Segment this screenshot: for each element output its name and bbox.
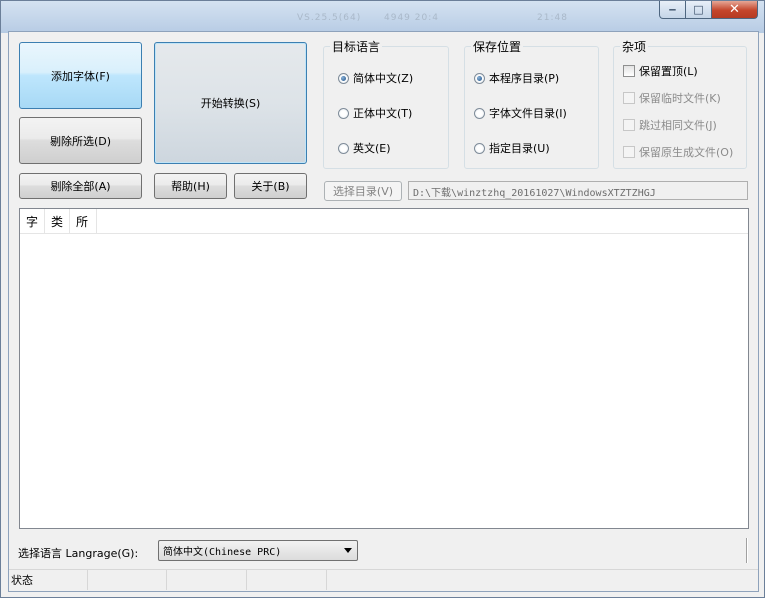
checkbox-icon xyxy=(623,119,635,131)
status-pane-4 xyxy=(247,570,327,590)
caption-buttons: ‒ □ ✕ xyxy=(659,1,758,20)
minimize-icon: ‒ xyxy=(668,3,677,16)
radio-label: 正体中文(T) xyxy=(353,107,413,120)
status-text: 状态 xyxy=(9,570,88,590)
radio-custom-dir[interactable]: 指定目录(U) xyxy=(474,140,550,156)
radio-label: 简体中文(Z) xyxy=(353,72,414,85)
radio-empty-icon xyxy=(338,107,349,119)
choose-directory-button[interactable]: 选择目录(V) xyxy=(324,181,402,201)
checkbox-icon xyxy=(623,65,635,77)
status-bar: 状态 xyxy=(9,569,758,591)
column-header-char[interactable]: 字 xyxy=(20,209,45,233)
radio-label: 本程序目录(P) xyxy=(489,72,560,85)
app-window: VS.25.5(64) 4949 20:4 21:48 ‒ □ ✕ 添加字体(F… xyxy=(0,0,765,598)
checkbox-label: 保留原生成文件(O) xyxy=(639,146,734,159)
maximize-icon: □ xyxy=(693,3,704,16)
help-button[interactable]: 帮助(H) xyxy=(154,173,227,199)
radio-selected-icon xyxy=(474,72,485,84)
add-font-button[interactable]: 添加字体(F) xyxy=(19,42,142,109)
status-pane-2 xyxy=(88,570,167,590)
radio-traditional-chinese[interactable]: 正体中文(T) xyxy=(338,105,412,121)
radio-label: 字体文件目录(I) xyxy=(489,107,567,120)
column-header-type[interactable]: 类 xyxy=(45,209,70,233)
misc-title: 杂项 xyxy=(620,38,649,55)
radio-program-dir[interactable]: 本程序目录(P) xyxy=(474,70,559,86)
radio-simplified-chinese[interactable]: 简体中文(Z) xyxy=(338,70,413,86)
chevron-down-icon xyxy=(344,548,352,553)
remove-selected-button[interactable]: 剔除所选(D) xyxy=(19,117,142,164)
close-icon: ✕ xyxy=(729,2,740,17)
checkbox-label: 保留置顶(L) xyxy=(639,65,698,78)
radio-empty-icon xyxy=(474,107,485,119)
close-button[interactable]: ✕ xyxy=(712,1,758,19)
radio-label: 指定目录(U) xyxy=(489,142,550,155)
font-list[interactable]: 字 类 所 xyxy=(19,208,749,529)
output-path-field[interactable]: D:\下载\winztzhq_20161027\WindowsXTZTZHGJ xyxy=(408,181,748,200)
title-ghost-text-3: 21:48 xyxy=(537,13,568,23)
title-ghost-text-2: 4949 20:4 xyxy=(384,13,439,23)
radio-label: 英文(E) xyxy=(353,142,391,155)
column-header-location[interactable]: 所 xyxy=(70,209,97,233)
title-ghost-text-1: VS.25.5(64) xyxy=(297,13,362,23)
checkbox-keep-temp[interactable]: 保留临时文件(K) xyxy=(623,90,721,106)
status-pane-5 xyxy=(327,570,758,590)
radio-empty-icon xyxy=(338,142,349,154)
language-select[interactable]: 简体中文(Chinese PRC) xyxy=(158,540,358,561)
checkbox-skip-same[interactable]: 跳过相同文件(J) xyxy=(623,117,717,133)
title-bar[interactable]: VS.25.5(64) 4949 20:4 21:48 ‒ □ ✕ xyxy=(1,1,764,31)
target-language-title: 目标语言 xyxy=(330,38,383,55)
list-header: 字 类 所 xyxy=(20,209,748,234)
radio-empty-icon xyxy=(474,142,485,154)
status-pane-3 xyxy=(167,570,247,590)
language-label: 选择语言 Langrage(G): xyxy=(18,547,139,560)
radio-font-dir[interactable]: 字体文件目录(I) xyxy=(474,105,567,121)
divider xyxy=(746,538,748,563)
radio-selected-icon xyxy=(338,72,349,84)
radio-english[interactable]: 英文(E) xyxy=(338,140,391,156)
remove-all-button[interactable]: 剔除全部(A) xyxy=(19,173,142,199)
save-location-title: 保存位置 xyxy=(471,38,524,55)
start-convert-button[interactable]: 开始转换(S) xyxy=(154,42,307,164)
checkbox-keep-on-top[interactable]: 保留置顶(L) xyxy=(623,63,698,79)
minimize-button[interactable]: ‒ xyxy=(659,1,686,19)
client-area: 添加字体(F) 开始转换(S) 剔除所选(D) 剔除全部(A) 帮助(H) 关于… xyxy=(8,31,759,592)
checkbox-label: 保留临时文件(K) xyxy=(639,92,721,105)
checkbox-label: 跳过相同文件(J) xyxy=(639,119,717,132)
language-selected-value: 简体中文(Chinese PRC) xyxy=(163,547,282,558)
maximize-button[interactable]: □ xyxy=(686,1,712,19)
checkbox-icon xyxy=(623,146,635,158)
checkbox-keep-original[interactable]: 保留原生成文件(O) xyxy=(623,144,733,160)
about-button[interactable]: 关于(B) xyxy=(234,173,307,199)
checkbox-icon xyxy=(623,92,635,104)
